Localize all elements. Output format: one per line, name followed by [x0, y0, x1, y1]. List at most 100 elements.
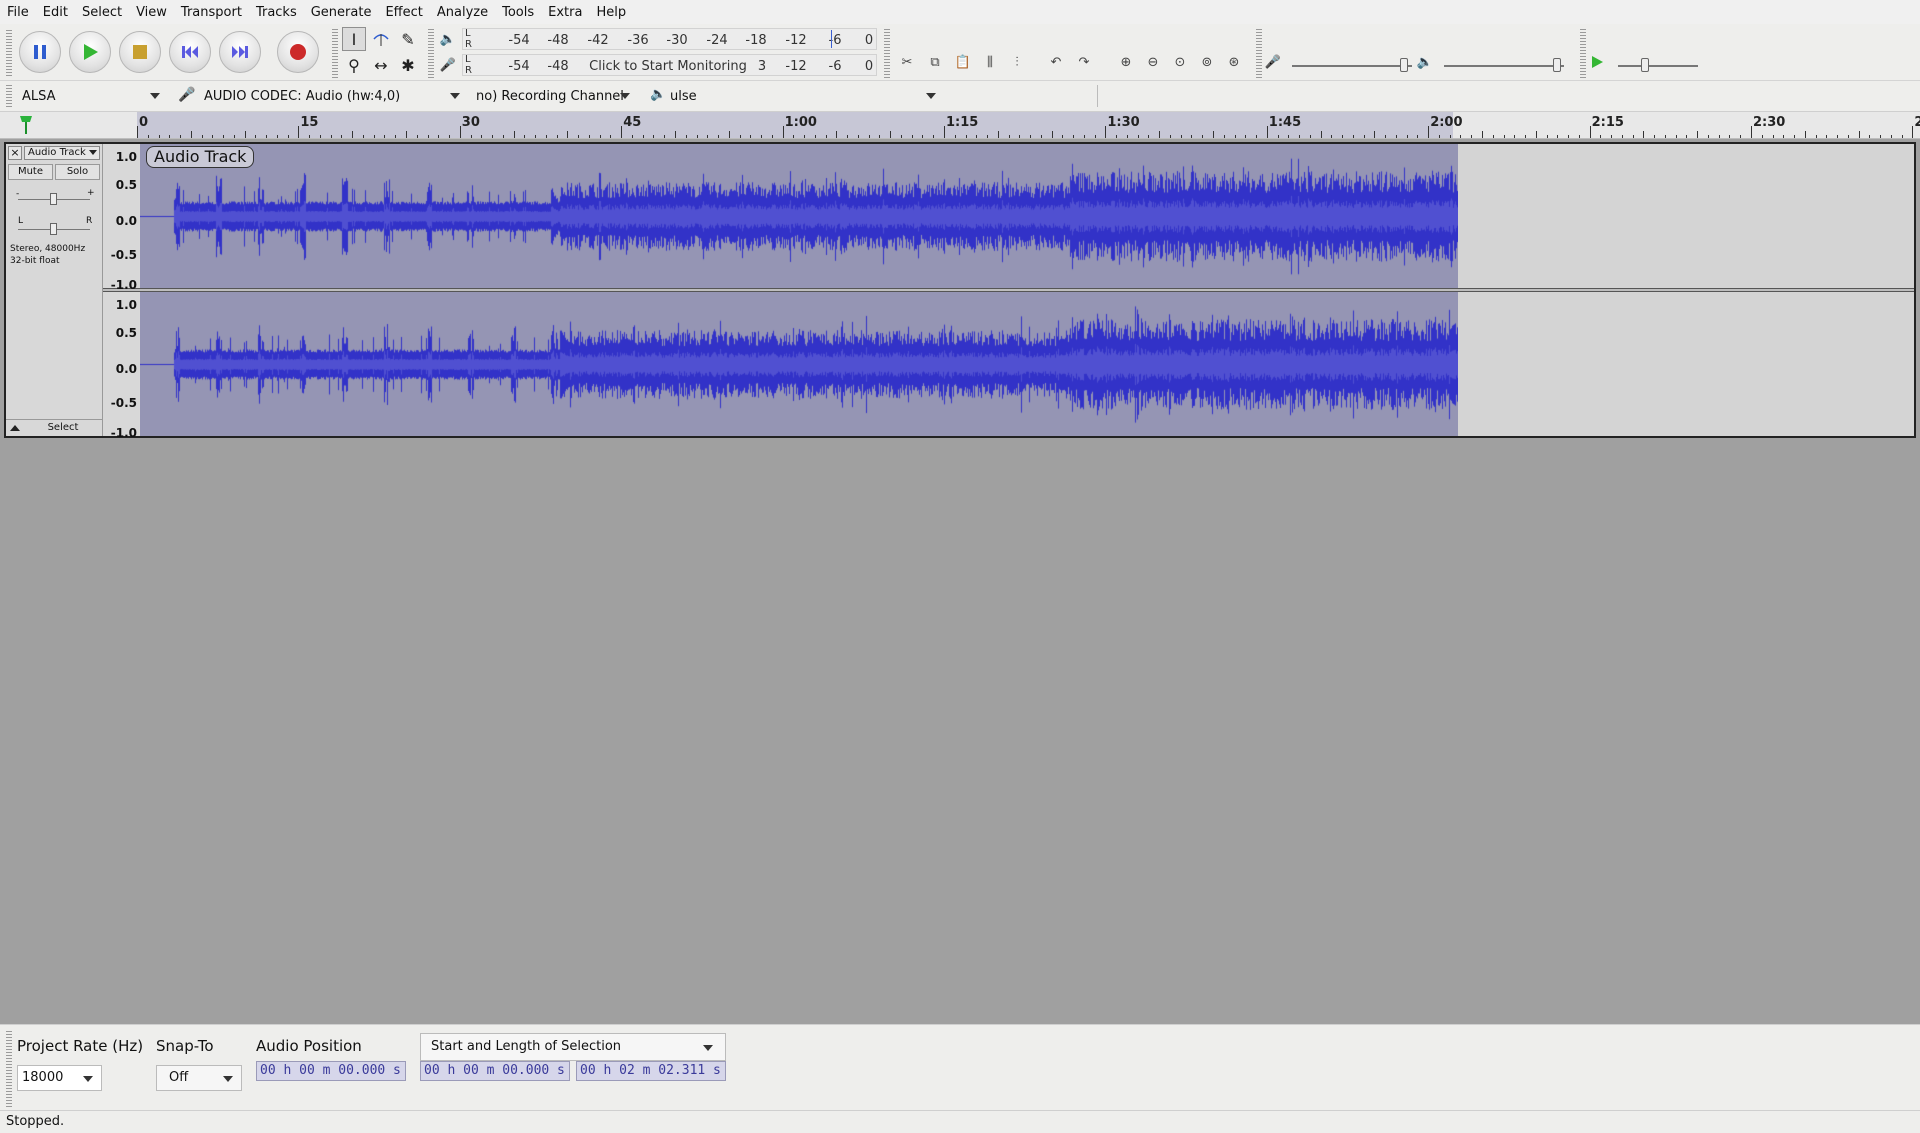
edit-toolbar-grip[interactable]: [884, 28, 890, 78]
gain-slider-thumb[interactable]: [50, 193, 57, 205]
selection-toolbar-grip[interactable]: [6, 1029, 12, 1107]
recording-device-select[interactable]: AUDIO CODEC: Audio (hw:4,0): [198, 85, 466, 107]
undo-button[interactable]: ↶: [1045, 51, 1067, 73]
snap-to-select[interactable]: Off: [156, 1065, 242, 1091]
copy-icon: ⧉: [930, 54, 940, 70]
playback-device-select[interactable]: ulse: [668, 85, 942, 107]
ruler-tick: [922, 135, 924, 138]
zoom-tool[interactable]: ⚲: [342, 53, 366, 77]
microphone-icon: 🎤: [178, 87, 196, 103]
record-meter-mic[interactable]: 🎤: [436, 53, 460, 77]
track-select-button[interactable]: Select: [28, 421, 98, 435]
menu-select[interactable]: Select: [75, 5, 129, 20]
meter-peak-marker: [831, 30, 832, 48]
ruler-tick: [1503, 135, 1505, 138]
menu-tracks[interactable]: Tracks: [249, 5, 304, 20]
ruler-tick: [319, 135, 321, 138]
solo-button[interactable]: Solo: [55, 164, 100, 180]
ruler-tick: [1858, 131, 1860, 138]
silence-button[interactable]: ⫶: [1006, 51, 1028, 73]
device-toolbar-grip[interactable]: [6, 85, 12, 107]
skip-to-start-button[interactable]: [169, 31, 211, 73]
ruler-tick: [502, 135, 504, 138]
track-name-menu[interactable]: Audio Track: [24, 146, 100, 160]
clip-name-label[interactable]: Audio Track: [146, 146, 255, 168]
ruler-label: 2:15: [1591, 115, 1624, 130]
recording-level-meter[interactable]: L R Click to Start Monitoring 3 -54 -48 -1…: [462, 54, 877, 76]
transport-toolbar-grip[interactable]: [6, 30, 12, 76]
zoom-toggle-button[interactable]: ⊛: [1223, 51, 1245, 73]
ruler-tick: [1159, 131, 1161, 138]
selection-length-time[interactable]: 00 h 02 m 02.311 s: [576, 1061, 726, 1081]
pan-slider-thumb[interactable]: [50, 223, 57, 235]
menu-transport[interactable]: Transport: [174, 5, 249, 20]
zoom-out-button[interactable]: ⊖: [1142, 51, 1164, 73]
recording-volume-slider[interactable]: [1292, 65, 1412, 67]
menu-help[interactable]: Help: [589, 5, 633, 20]
copy-button[interactable]: ⧉: [924, 51, 946, 73]
track-close-button[interactable]: ×: [8, 146, 22, 160]
multi-tool[interactable]: ✱: [396, 53, 420, 77]
paste-button[interactable]: 📋: [952, 51, 974, 73]
play-speed-thumb[interactable]: [1641, 58, 1649, 72]
selection-mode-select[interactable]: Start and Length of Selection: [420, 1033, 726, 1061]
pause-button[interactable]: [19, 31, 61, 73]
ruler-tick: [1621, 135, 1623, 138]
monitor-prompt[interactable]: Click to Start Monitoring: [589, 59, 747, 74]
play-at-speed-button[interactable]: [1586, 51, 1608, 73]
meter-tick-label: -48: [547, 33, 569, 48]
track-panel[interactable]: × Audio Track Mute Solo - + L R Stereo, …: [4, 142, 1916, 440]
ruler-tick: [481, 135, 483, 138]
menu-tools[interactable]: Tools: [495, 5, 541, 20]
trim-button[interactable]: ⫼: [979, 51, 1001, 73]
menu-edit[interactable]: Edit: [36, 5, 75, 20]
recording-volume-thumb[interactable]: [1400, 58, 1408, 72]
trim-icon: ⫼: [987, 54, 993, 70]
envelope-tool[interactable]: [369, 27, 393, 51]
mute-button[interactable]: Mute: [8, 164, 53, 180]
ruler-tick: [1266, 126, 1268, 138]
playback-volume-slider[interactable]: [1444, 65, 1564, 67]
zoom-in-button[interactable]: ⊕: [1115, 51, 1137, 73]
waveform-canvas[interactable]: [140, 144, 1458, 436]
play-button[interactable]: [69, 31, 111, 73]
collapse-track-icon[interactable]: [10, 425, 20, 431]
selection-start-time[interactable]: 00 h 00 m 00.000 s: [420, 1061, 570, 1081]
menu-extra[interactable]: Extra: [541, 5, 589, 20]
tools-toolbar-grip[interactable]: [332, 28, 338, 78]
ruler-tick: [997, 131, 999, 138]
menu-generate[interactable]: Generate: [304, 5, 379, 20]
redo-button[interactable]: ↷: [1073, 51, 1095, 73]
ruler-tick: [1880, 135, 1882, 138]
playback-level-meter[interactable]: L R -54 -48 -42 -36 -30 -24 -18 -12 -6 0: [462, 28, 877, 50]
ruler-tick: [341, 135, 343, 138]
audio-position-time[interactable]: 00 h 00 m 00.000 s: [256, 1061, 406, 1081]
menu-view[interactable]: View: [129, 5, 174, 20]
meter-stray-digit: 3: [757, 59, 767, 74]
ruler-tick: [1320, 131, 1322, 138]
fit-project-button[interactable]: ⊚: [1196, 51, 1218, 73]
record-button[interactable]: [277, 31, 319, 73]
right-channel-empty-area[interactable]: [1458, 292, 1914, 436]
draw-tool[interactable]: ✎: [396, 27, 420, 51]
skip-to-end-button[interactable]: [219, 31, 261, 73]
fit-selection-button[interactable]: ⊙: [1169, 51, 1191, 73]
project-rate-select[interactable]: 18000: [17, 1065, 102, 1091]
time-shift-tool[interactable]: ↔: [369, 53, 393, 77]
menu-file[interactable]: File: [0, 5, 36, 20]
meter-toolbar-grip[interactable]: [428, 28, 434, 78]
playback-meter-speaker[interactable]: 🔈: [436, 27, 460, 51]
pin-icon[interactable]: [18, 114, 34, 134]
cut-button[interactable]: ✂: [896, 51, 918, 73]
left-channel-empty-area[interactable]: [1458, 144, 1914, 288]
stop-button[interactable]: [119, 31, 161, 73]
scissors-icon: ✂: [901, 54, 913, 70]
menu-effect[interactable]: Effect: [378, 5, 429, 20]
recording-channels-select[interactable]: no) Recording Channel: [474, 85, 636, 107]
selection-tool[interactable]: I: [342, 27, 366, 51]
playback-volume-thumb[interactable]: [1553, 58, 1561, 72]
audio-host-select[interactable]: ALSA: [16, 85, 166, 107]
menu-analyze[interactable]: Analyze: [430, 5, 495, 20]
timeline-ruler[interactable]: 0 15 30 45 1:00 1:15 1:30 1:45 2:00 2:15 2:30 2:45: [0, 112, 1920, 139]
play-speed-slider[interactable]: [1618, 65, 1698, 67]
